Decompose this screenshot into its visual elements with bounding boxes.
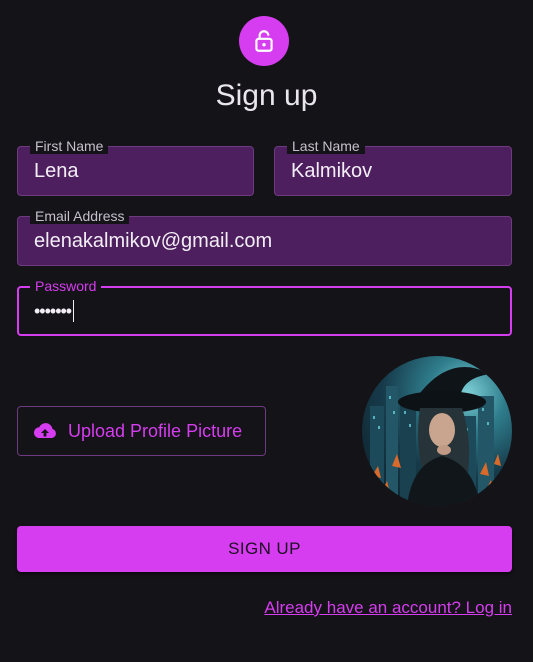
first-name-field[interactable]: First Name Lena [17,138,254,196]
page-title: Sign up [215,79,318,112]
text-caret [73,300,75,322]
email-input[interactable]: elenakalmikov@gmail.com [34,217,272,265]
cloud-upload-icon [33,423,56,438]
lock-badge [239,16,289,66]
password-input-wrap[interactable]: ••••••• [34,288,75,334]
password-input[interactable]: ••••••• [34,301,72,322]
sign-up-button[interactable]: SIGN UP [17,526,512,572]
profile-picture-preview [362,356,512,506]
last-name-field[interactable]: Last Name Kalmikov [274,138,512,196]
upload-profile-picture-button[interactable]: Upload Profile Picture [17,406,266,456]
first-name-input[interactable]: Lena [34,147,79,195]
upload-button-label: Upload Profile Picture [68,420,243,441]
password-field[interactable]: Password ••••••• [17,278,512,336]
email-field[interactable]: Email Address elenakalmikov@gmail.com [17,208,512,266]
login-link[interactable]: Already have an account? Log in [264,598,512,618]
signup-page: Sign up First Name Lena Last Name Kalmik… [0,0,533,662]
lock-open-icon [255,30,273,52]
last-name-input[interactable]: Kalmikov [291,147,372,195]
profile-picture-image [370,367,501,506]
